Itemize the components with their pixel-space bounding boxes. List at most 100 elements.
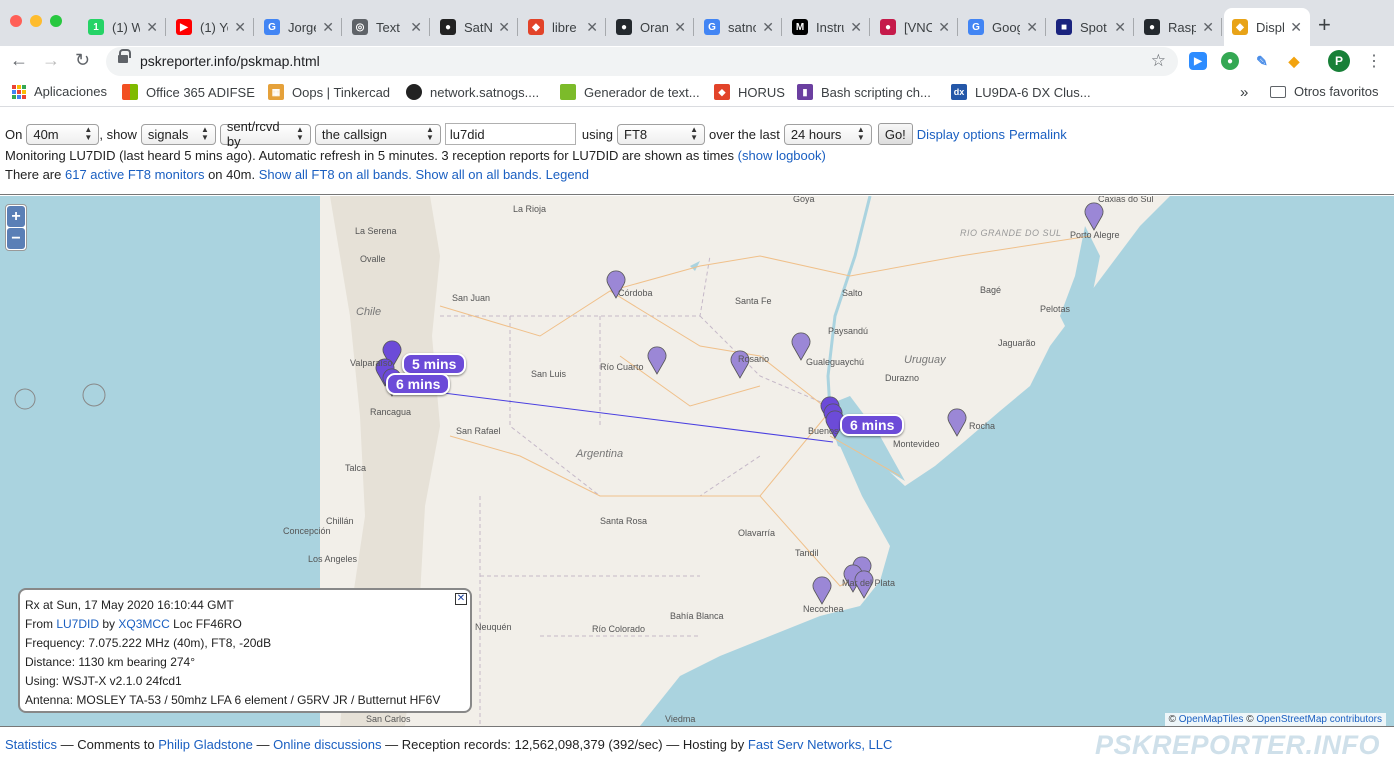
time-callout[interactable]: 5 mins	[402, 353, 467, 375]
legend-link[interactable]: Legend	[546, 167, 589, 182]
window-maximize-button[interactable]	[50, 15, 62, 27]
zoom-control: + −	[5, 204, 27, 251]
tab-close-icon[interactable]: ✕	[498, 19, 510, 36]
tab-close-icon[interactable]: ✕	[850, 19, 862, 36]
browser-tab[interactable]: ▶ (1) YouTube ✕	[168, 8, 254, 46]
close-icon[interactable]: ✕	[455, 593, 467, 605]
tab-close-icon[interactable]: ✕	[410, 19, 422, 36]
url-text: pskreporter.info/pskmap.html	[140, 53, 320, 69]
tab-close-icon[interactable]: ✕	[1114, 19, 1126, 36]
forward-arrow-icon[interactable]: →	[42, 50, 60, 71]
tab-close-icon[interactable]: ✕	[1026, 19, 1038, 36]
new-tab-button[interactable]: +	[1318, 12, 1331, 38]
mode-value: FT8	[624, 126, 648, 142]
browser-tab[interactable]: Gsatnogs ✕	[696, 8, 782, 46]
from-callsign-link[interactable]: LU7DID	[56, 617, 99, 631]
show-logbook-link[interactable]: (show logbook)	[738, 148, 826, 163]
using-label: using	[581, 126, 613, 142]
zoom-in-button[interactable]: +	[7, 206, 25, 227]
bookmark-dx-cluster[interactable]: dx LU9DA-6 DX Clus...	[951, 84, 1091, 100]
permalink-link[interactable]: Permalink	[1009, 127, 1067, 142]
tab-close-icon[interactable]: ✕	[146, 19, 158, 36]
reception-map[interactable]: + − La Rioja Goya Caxias do Sul RIO GRAN…	[0, 196, 1394, 726]
tab-close-icon[interactable]: ✕	[762, 19, 774, 36]
lock-icon[interactable]	[118, 49, 131, 65]
tab-close-icon[interactable]: ✕	[938, 19, 950, 36]
feather-extension-icon[interactable]: ✎	[1253, 52, 1271, 70]
mode-select[interactable]: FT8 ▲ ▼	[617, 123, 705, 145]
browser-tab[interactable]: G Jorge ✕	[256, 8, 342, 46]
browser-tab[interactable]: ◆ Display ✕	[1224, 8, 1310, 46]
window-minimize-button[interactable]	[30, 15, 42, 27]
active-monitors-link[interactable]: 617 active FT8 monitors	[65, 167, 204, 182]
tab-close-icon[interactable]: ✕	[1202, 19, 1214, 36]
station-marker-icon[interactable]	[647, 346, 667, 375]
author-link[interactable]: Philip Gladstone	[158, 737, 253, 752]
show-what-select[interactable]: signals ▲ ▼	[140, 123, 216, 145]
browser-tab[interactable]: 1 (1) WhatsApp ✕	[80, 8, 166, 46]
profile-avatar[interactable]: P	[1328, 50, 1350, 72]
bookmark-satnogs[interactable]: network.satnogs....	[406, 84, 539, 100]
browser-tab[interactable]: ● Raspberry ✕	[1136, 8, 1222, 46]
tab-title: Orange	[640, 19, 669, 35]
window-close-button[interactable]	[10, 15, 22, 27]
reload-icon[interactable]: ↻	[75, 50, 90, 71]
tab-close-icon[interactable]: ✕	[322, 19, 334, 36]
bookmark-horus[interactable]: ◆ HORUS	[714, 84, 785, 100]
browser-tab[interactable]: ● Orange ✕	[608, 8, 694, 46]
bookmark-apps[interactable]: Aplicaciones	[12, 84, 107, 99]
display-options-link[interactable]: Display options	[917, 127, 1005, 142]
records-text: — Reception records: 12,562,098,379 (392…	[385, 737, 745, 752]
bookmarks-overflow-button[interactable]: »	[1240, 84, 1248, 101]
tab-close-icon[interactable]: ✕	[674, 19, 686, 36]
station-marker-icon[interactable]	[791, 332, 811, 361]
openmaptiles-link[interactable]: OpenMapTiles	[1179, 714, 1244, 725]
time-callout[interactable]: 6 mins	[840, 414, 905, 436]
zoom-out-button[interactable]: −	[7, 228, 25, 249]
bookmark-tinkercad[interactable]: ▦ Oops | Tinkercad	[268, 84, 390, 100]
period-select[interactable]: 24 hours ▲ ▼	[783, 123, 872, 145]
tab-close-icon[interactable]: ✕	[1290, 19, 1302, 36]
browser-tab[interactable]: ◎ Text ✕	[344, 8, 430, 46]
browser-tab[interactable]: ■ Spot ✕	[1048, 8, 1134, 46]
tab-close-icon[interactable]: ✕	[586, 19, 598, 36]
statistics-link[interactable]: Statistics	[5, 737, 57, 752]
dx-cluster-icon: dx	[951, 84, 967, 100]
hosting-link[interactable]: Fast Serv Networks, LLC	[748, 737, 893, 752]
browser-tab[interactable]: G Google ✕	[960, 8, 1046, 46]
station-marker-icon[interactable]	[812, 576, 832, 605]
station-marker-icon[interactable]	[1084, 202, 1104, 231]
show-all-bands-link[interactable]: Show all FT8 on all bands.	[259, 167, 412, 182]
bookmark-other-favorites[interactable]: Otros favoritos	[1270, 84, 1379, 99]
bookmark-star-icon[interactable]: ☆	[1151, 51, 1166, 71]
time-callout[interactable]: 6 mins	[386, 373, 451, 395]
online-discussions-link[interactable]: Online discussions	[273, 737, 381, 752]
browser-tab[interactable]: ● SatNOGS ✕	[432, 8, 518, 46]
back-arrow-icon[interactable]: ←	[10, 50, 28, 71]
tab-close-icon[interactable]: ✕	[234, 19, 246, 36]
bird-extension-icon[interactable]: ◆	[1285, 52, 1303, 70]
browser-tab[interactable]: M Instructables ✕	[784, 8, 870, 46]
station-marker-icon[interactable]	[947, 408, 967, 437]
bookmark-bash[interactable]: ▮ Bash scripting ch...	[797, 84, 931, 100]
browser-tab[interactable]: ◆ libre ✕	[520, 8, 606, 46]
target-select[interactable]: the callsign ▲ ▼	[314, 123, 441, 145]
tab-title: Spot	[1080, 19, 1107, 35]
show-all-link[interactable]: Show all on all bands.	[416, 167, 542, 182]
map-label: Córdoba	[618, 288, 653, 298]
chevron-updown-icon: ▲ ▼	[690, 125, 698, 142]
tab-separator	[517, 18, 518, 36]
address-bar[interactable]: pskreporter.info/pskmap.html ☆	[106, 47, 1178, 76]
chat-extension-icon[interactable]: ●	[1221, 52, 1239, 70]
zoom-extension-icon[interactable]: ▶	[1189, 52, 1207, 70]
callsign-input[interactable]: lu7did	[444, 123, 576, 145]
bookmark-office[interactable]: Office 365 ADIFSE	[122, 84, 255, 100]
go-button[interactable]: Go!	[877, 123, 913, 145]
by-callsign-link[interactable]: XQ3MCC	[118, 617, 169, 631]
bookmark-generator[interactable]: Generador de text...	[560, 84, 700, 100]
openstreetmap-link[interactable]: OpenStreetMap contributors	[1256, 714, 1382, 725]
menu-kebab-icon[interactable]: ⋮	[1366, 51, 1382, 71]
direction-select[interactable]: sent/rcvd by ▲ ▼	[219, 119, 311, 149]
band-select[interactable]: 40m ▲ ▼	[26, 123, 100, 145]
browser-tab[interactable]: ● [VNC] ✕	[872, 8, 958, 46]
